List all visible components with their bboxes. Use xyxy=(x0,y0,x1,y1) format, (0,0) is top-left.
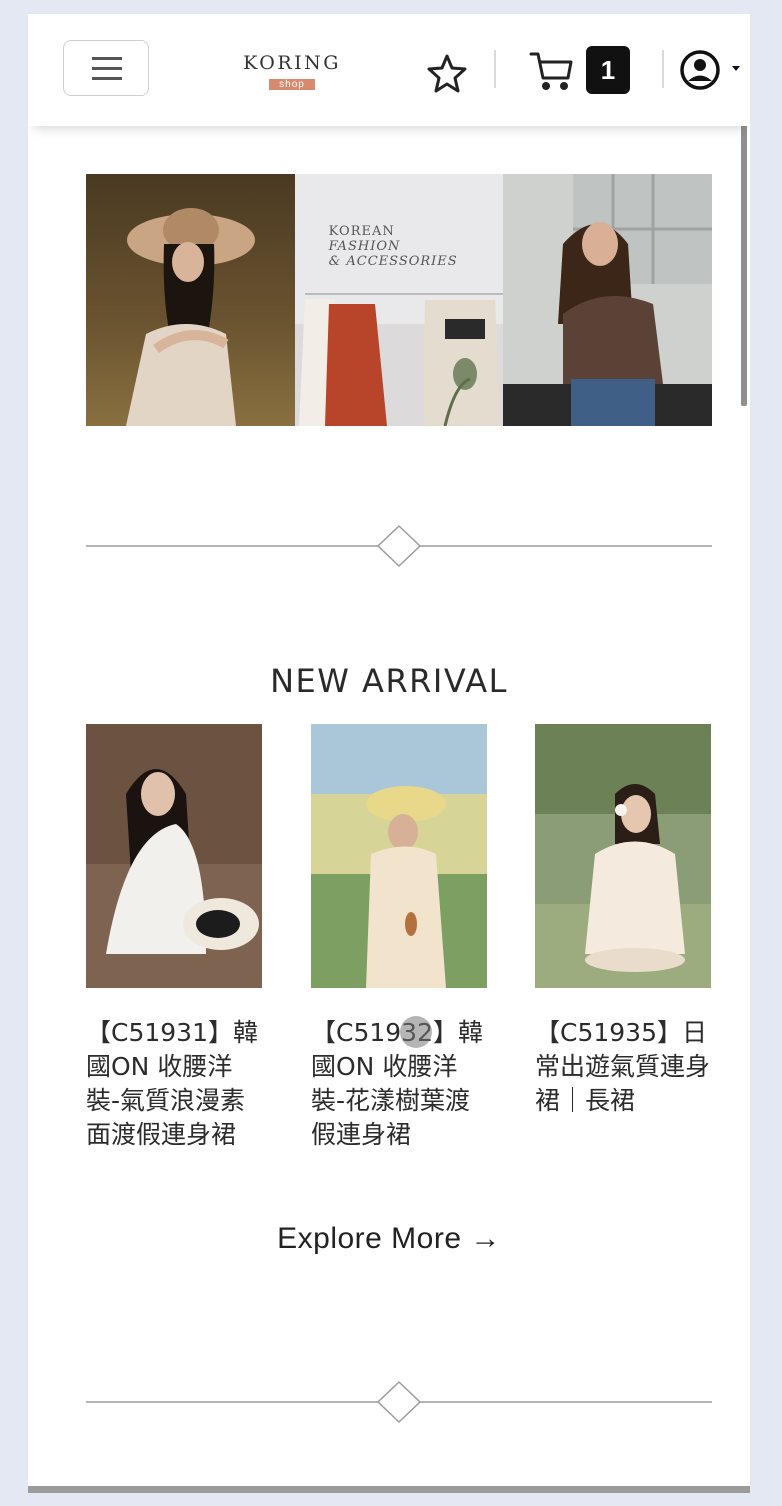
hero-tagline-line1: KOREAN xyxy=(328,224,395,239)
header-divider xyxy=(662,50,664,88)
menu-icon xyxy=(92,57,122,60)
user-icon xyxy=(680,50,740,90)
site-header: KORING shop 1 xyxy=(28,14,750,126)
new-arrival-title: NEW ARRIVAL xyxy=(270,662,508,700)
menu-icon-bar xyxy=(92,67,122,70)
touch-indicator xyxy=(400,1016,432,1048)
brand-logo[interactable]: KORING shop xyxy=(240,52,344,92)
menu-button[interactable] xyxy=(63,40,149,96)
product-image[interactable] xyxy=(86,724,262,988)
product-card[interactable]: 【C51931】韓國ON 收腰洋裝-氣質浪漫素面渡假連身裙 xyxy=(86,724,262,1152)
product-image[interactable] xyxy=(311,724,487,988)
product-card[interactable]: 【C51932】韓國ON 收腰洋裝-花漾樹葉渡假連身裙 xyxy=(311,724,487,1152)
section-divider xyxy=(86,1380,712,1424)
menu-icon-bar xyxy=(92,77,122,80)
bottom-scrollbar[interactable] xyxy=(28,1486,750,1493)
brand-sub: shop xyxy=(269,79,315,90)
hero-image-2: KOREAN FASHION & ACCESSORIES xyxy=(294,174,504,426)
account-button[interactable] xyxy=(676,48,742,97)
hero-image-3 xyxy=(503,174,713,426)
product-title[interactable]: 【C51931】韓國ON 收腰洋裝-氣質浪漫素面渡假連身裙 xyxy=(86,1016,262,1152)
hero-tagline-line2: FASHION xyxy=(328,239,401,254)
star-icon xyxy=(427,54,467,93)
product-card[interactable]: 【C51935】日常出遊氣質連身裙｜長裙 xyxy=(535,724,711,1118)
wishlist-button[interactable] xyxy=(426,52,468,99)
product-title[interactable]: 【C51935】日常出遊氣質連身裙｜長裙 xyxy=(535,1016,711,1118)
cart-button[interactable] xyxy=(528,48,576,101)
hero-tagline-line3: & ACCESSORIES xyxy=(328,254,458,269)
explore-more-link[interactable]: Explore More → xyxy=(28,1222,750,1256)
hero-banner[interactable]: KOREAN FASHION & ACCESSORIES xyxy=(86,174,713,426)
cart-count-badge[interactable]: 1 xyxy=(586,46,630,94)
cart-icon xyxy=(529,52,573,90)
header-divider xyxy=(494,50,496,88)
section-divider xyxy=(86,524,712,568)
page: KORING shop 1 KOREAN FASHION & ACCESSORI… xyxy=(28,14,750,1488)
caret-down-icon xyxy=(732,66,740,71)
product-image[interactable] xyxy=(535,724,711,988)
brand-name: KORING xyxy=(243,52,341,74)
product-title[interactable]: 【C51932】韓國ON 收腰洋裝-花漾樹葉渡假連身裙 xyxy=(311,1016,487,1152)
hero-image-1 xyxy=(86,174,295,426)
hero-tagline: KOREAN FASHION & ACCESSORIES xyxy=(329,224,458,269)
